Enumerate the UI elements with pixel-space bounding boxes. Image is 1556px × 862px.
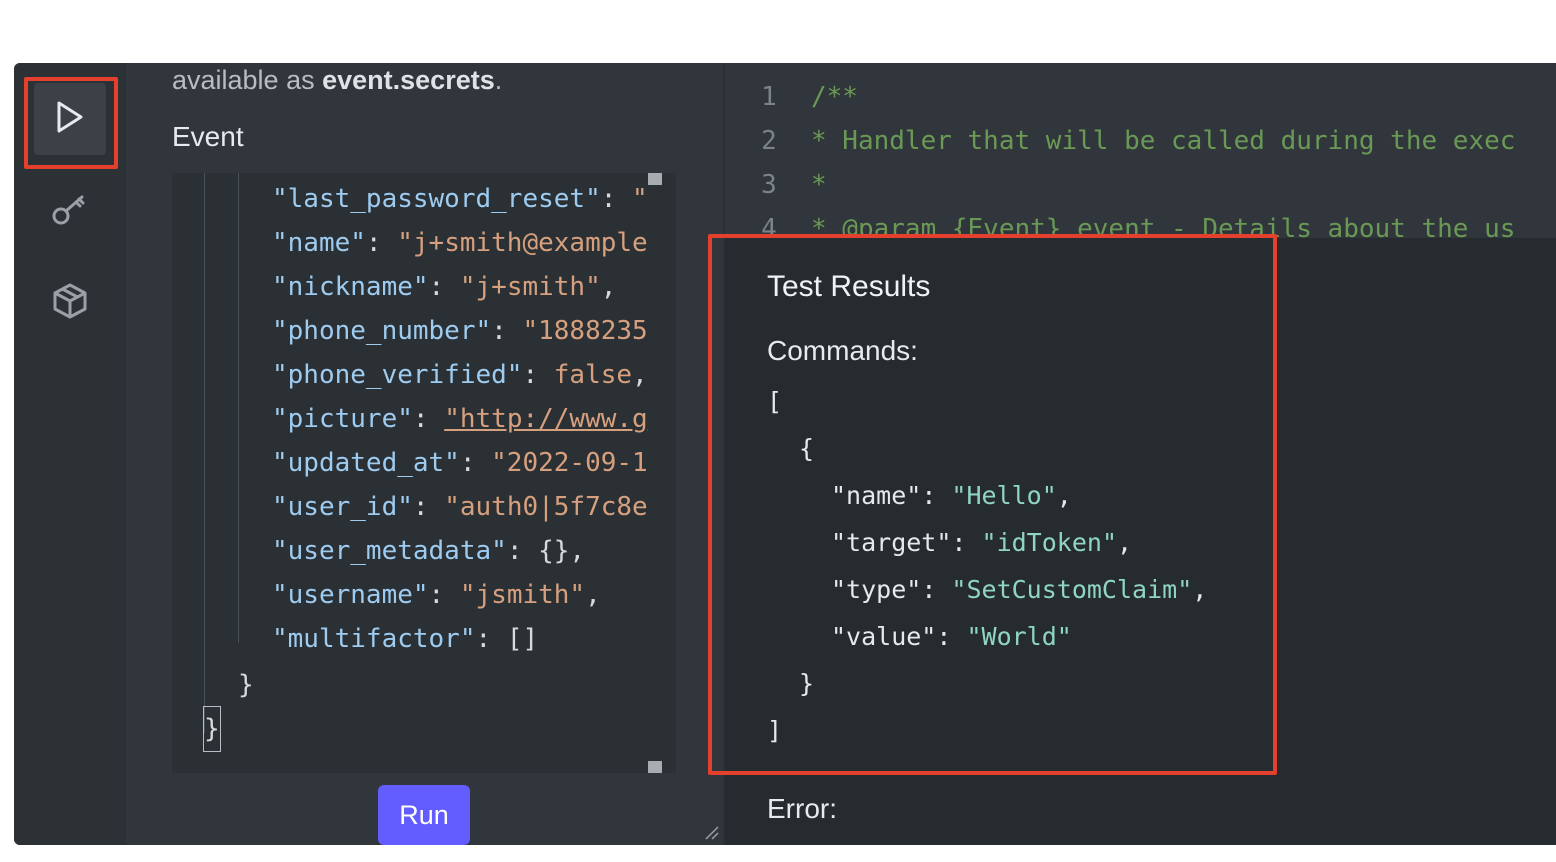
event-json-line: "phone_verified": false, (272, 353, 648, 397)
event-json-line: "user_metadata": {}, (272, 529, 585, 573)
json-value: "auth0|5f7c8e (444, 492, 648, 522)
json-value: "j+smith@example (397, 228, 648, 258)
json-key: "user_id" (272, 492, 413, 522)
resize-handle-icon[interactable] (704, 825, 720, 841)
event-json-line: "updated_at": "2022-09-1 (272, 441, 648, 485)
event-json-line: "picture": "http://www.g (272, 397, 648, 441)
json-separator: : (459, 448, 492, 478)
json-key: "phone_verified" (272, 360, 523, 390)
event-label: Event (172, 121, 244, 152)
run-button[interactable]: Run (378, 785, 470, 845)
json-separator: : (506, 536, 539, 566)
json-value: false (553, 360, 633, 390)
inner-close-brace: } (238, 670, 254, 700)
json-separator: : (475, 624, 507, 654)
editor-scrollbar[interactable] (648, 173, 662, 773)
line-number: 1 (761, 82, 777, 112)
error-label: Error: (767, 793, 837, 824)
code-comment-line: /** (811, 82, 858, 112)
event-json-editor[interactable]: "last_password_reset": " "name": "j+smith… (172, 173, 676, 773)
line-number: 3 (761, 170, 777, 200)
json-separator: : (412, 492, 445, 522)
activity-bar (14, 63, 126, 845)
json-key: "picture" (272, 404, 413, 434)
event-json-line: "multifactor": [] (272, 617, 538, 661)
json-value: "2022-09-1 (491, 448, 648, 478)
key-icon (50, 189, 90, 234)
indent-guide (238, 173, 239, 643)
json-value: "1888235 (522, 316, 648, 346)
json-key: "phone_number" (272, 316, 492, 346)
json-key: "last_password_reset" (272, 184, 601, 214)
json-separator: : (491, 316, 523, 346)
scroll-down-arrow[interactable] (648, 761, 662, 773)
json-punctuation: , (585, 580, 601, 610)
indent-guide (204, 173, 205, 733)
json-value: " (632, 184, 648, 214)
json-punctuation: , (632, 360, 648, 390)
event-json-line: "nickname": "j+smith", (272, 265, 616, 309)
json-punctuation: , (600, 272, 617, 302)
json-separator: : (412, 404, 445, 434)
json-separator: : (365, 228, 398, 258)
json-separator: : (600, 184, 633, 214)
json-key: "user_metadata" (272, 536, 507, 566)
line-number: 2 (761, 126, 777, 156)
package-icon (51, 282, 89, 325)
json-separator: : (428, 580, 460, 610)
highlight-box-run-tab (24, 77, 118, 169)
secrets-note: available as event.secrets. (172, 65, 503, 95)
event-json-line: "name": "j+smith@example (272, 221, 648, 265)
json-key: "updated_at" (272, 448, 460, 478)
code-editor[interactable]: 1 /** 2 * Handler that will be called durin… (725, 63, 1556, 253)
json-key: "multifactor" (272, 624, 476, 654)
test-panel: available as event.secrets. Event "last_… (126, 63, 723, 845)
code-comment-line: * (811, 170, 827, 200)
event-json-line: "username": "jsmith", (272, 573, 601, 617)
scroll-up-arrow[interactable] (648, 173, 662, 185)
json-value: "j+smith" (459, 272, 601, 302)
json-separator: : (428, 272, 460, 302)
highlight-box-test-results (708, 234, 1277, 775)
event-json-line: "phone_number": "1888235 (272, 309, 648, 353)
outer-close-brace: } (203, 706, 221, 752)
json-punctuation: [] (506, 624, 539, 654)
json-separator: : (522, 360, 554, 390)
json-value: "jsmith" (459, 580, 586, 610)
json-key: "nickname" (272, 272, 429, 302)
dependencies-tab[interactable] (34, 267, 106, 339)
json-key: "username" (272, 580, 429, 610)
secrets-tab[interactable] (34, 175, 106, 247)
json-punctuation: {}, (538, 536, 586, 566)
json-value[interactable]: "http://www.g (444, 404, 648, 434)
json-key: "name" (272, 228, 366, 258)
code-comment-line: * Handler that will be called during the… (811, 126, 1516, 156)
event-json-line: "last_password_reset": " (272, 177, 648, 221)
event-json-line: "user_id": "auth0|5f7c8e (272, 485, 648, 529)
